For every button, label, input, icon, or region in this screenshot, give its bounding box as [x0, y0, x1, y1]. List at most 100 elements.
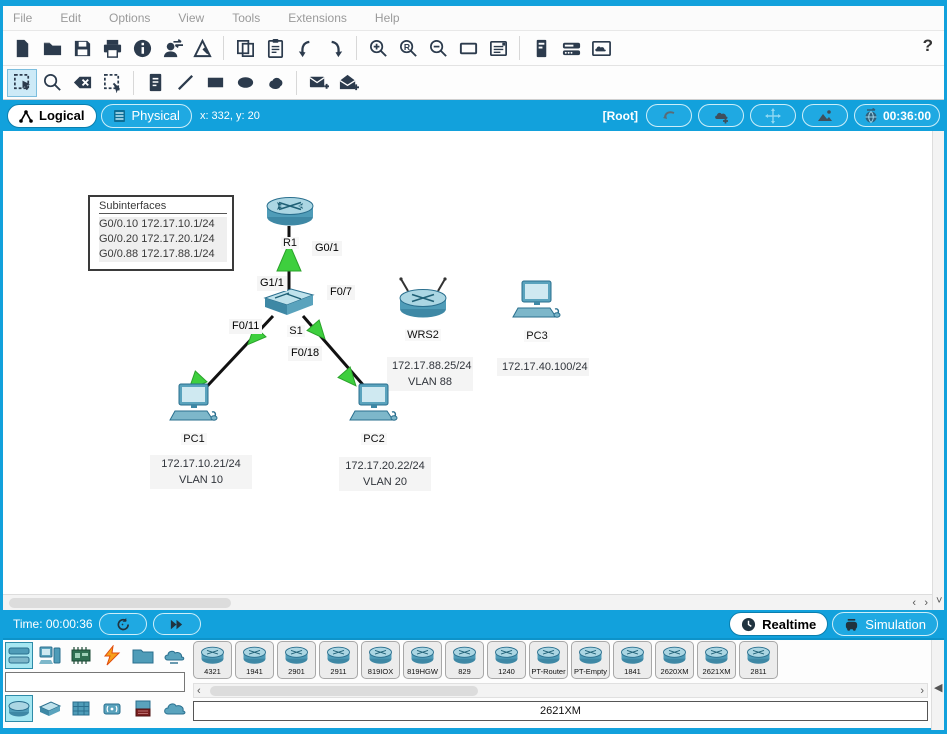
place-note-tool-icon[interactable] [140, 69, 170, 97]
realtime-toggle[interactable]: Realtime [729, 612, 828, 636]
canvas-horizontal-scrollbar[interactable]: ‹ › [3, 594, 932, 610]
menu-item[interactable]: Tools [232, 11, 260, 25]
models-scrollbar[interactable]: ‹ › [193, 683, 928, 698]
category-network-devices[interactable] [5, 642, 33, 669]
custom-devices-dialog-icon[interactable] [483, 34, 513, 62]
device-model-button[interactable]: 1941 [235, 641, 274, 679]
subcategory-wan-emulation[interactable] [160, 695, 188, 722]
undo-icon[interactable] [290, 34, 320, 62]
router-model-icon [367, 644, 394, 666]
menu-item[interactable]: Options [109, 11, 150, 25]
new-file-icon[interactable] [7, 34, 37, 62]
device-model-button[interactable]: 829 [445, 641, 484, 679]
canvas-vertical-scrollbar[interactable]: ˅ [932, 131, 944, 610]
drawing-palette-icon[interactable] [453, 34, 483, 62]
back-button[interactable] [646, 104, 692, 127]
draw-line-tool-icon[interactable] [170, 69, 200, 97]
print-icon[interactable] [97, 34, 127, 62]
subcategory-switches[interactable] [36, 695, 64, 722]
tab-logical[interactable]: Logical [7, 104, 97, 128]
menu-item[interactable]: Help [375, 11, 400, 25]
scroll-left-arrow[interactable]: ◀ [934, 680, 942, 696]
device-model-button[interactable]: PT-Empty [571, 641, 610, 679]
category-multiuser[interactable] [160, 642, 188, 669]
draw-freeform-tool-icon[interactable] [260, 69, 290, 97]
device-model-button[interactable]: 2901 [277, 641, 316, 679]
subinterfaces-note[interactable]: Subinterfaces G0/0.10 172.17.10.1/24 G0/… [88, 195, 234, 271]
scrollbar-thumb[interactable] [210, 686, 478, 696]
delete-tool-icon[interactable] [67, 69, 97, 97]
paste-icon[interactable] [260, 34, 290, 62]
category-connections[interactable] [98, 642, 126, 669]
scroll-left-arrow[interactable]: ‹ [912, 595, 916, 611]
category-miscellaneous[interactable] [129, 642, 157, 669]
scroll-right-arrow[interactable]: › [920, 683, 924, 699]
redo-icon[interactable] [320, 34, 350, 62]
copy-icon[interactable] [230, 34, 260, 62]
device-wireless-router-wrs2[interactable]: WRS2 [395, 277, 451, 343]
scroll-left-arrow[interactable]: ‹ [197, 683, 201, 699]
device-model-button[interactable]: 819IOX [361, 641, 400, 679]
resize-tool-icon[interactable] [97, 69, 127, 97]
select-tool-icon[interactable] [7, 69, 37, 97]
info-icon[interactable] [127, 34, 157, 62]
device-model-button[interactable]: 2811 [739, 641, 778, 679]
activity-wizard-icon[interactable] [187, 34, 217, 62]
note-line: G0/0.20 172.17.20.1/24 [99, 232, 227, 247]
subcategory-wireless-devices[interactable] [98, 695, 126, 722]
power-cycle-button[interactable] [99, 613, 147, 635]
subcategory-routers[interactable] [5, 695, 33, 722]
user-profile-icon[interactable] [157, 34, 187, 62]
category-components[interactable] [67, 642, 95, 669]
draw-ellipse-tool-icon[interactable] [230, 69, 260, 97]
add-complex-pdu-tool-icon[interactable] [333, 69, 363, 97]
move-object-button[interactable] [750, 104, 796, 127]
zoom-reset-icon[interactable]: R [393, 34, 423, 62]
device-model-button[interactable]: 2621XM [697, 641, 736, 679]
devices-dialog-icon[interactable] [556, 34, 586, 62]
device-router-r1[interactable]: R1 [264, 195, 316, 251]
device-switch-s1[interactable]: S1 [261, 286, 317, 339]
viewport-icon[interactable] [526, 34, 556, 62]
device-model-button[interactable]: 2911 [319, 641, 358, 679]
device-model-button[interactable]: 1841 [613, 641, 652, 679]
device-model-button[interactable]: PT-Router [529, 641, 568, 679]
scrollbar-thumb[interactable] [9, 598, 231, 608]
root-cluster-label[interactable]: [Root] [603, 109, 638, 123]
inspect-tool-icon[interactable] [37, 69, 67, 97]
simulation-toggle[interactable]: Simulation [832, 612, 938, 636]
topology-canvas[interactable]: Subinterfaces G0/0.10 172.17.10.1/24 G0/… [3, 131, 932, 594]
menu-item[interactable]: Extensions [288, 11, 347, 25]
viewport-clock[interactable]: 00:36:00 [854, 104, 940, 127]
add-simple-pdu-tool-icon[interactable] [303, 69, 333, 97]
set-background-button[interactable] [802, 104, 848, 127]
cloud-image-icon[interactable] [586, 34, 616, 62]
subcategory-security[interactable] [129, 695, 157, 722]
ip-address: 172.17.40.100/24 [502, 359, 584, 375]
draw-rectangle-tool-icon[interactable] [200, 69, 230, 97]
menu-item[interactable]: Edit [60, 11, 81, 25]
palette-side-scrollbar[interactable]: ◀ [931, 640, 944, 730]
tab-physical[interactable]: Physical [101, 104, 192, 128]
zoom-in-icon[interactable] [363, 34, 393, 62]
device-model-button[interactable]: 819HGW [403, 641, 442, 679]
scroll-right-arrow[interactable]: › [924, 595, 928, 611]
fast-forward-button[interactable] [153, 613, 201, 635]
device-pc1[interactable]: PC1 [166, 382, 222, 447]
device-model-button[interactable]: 1240 [487, 641, 526, 679]
device-pc3[interactable]: PC3 [509, 279, 565, 344]
save-icon[interactable] [67, 34, 97, 62]
scroll-down-arrow[interactable]: ˅ [936, 593, 942, 609]
palette-filter-input[interactable] [5, 672, 185, 692]
category-end-devices[interactable] [36, 642, 64, 669]
help-button[interactable]: ? [923, 36, 933, 56]
device-pc2[interactable]: PC2 [346, 382, 402, 447]
menu-item[interactable]: View [178, 11, 204, 25]
subcategory-hubs[interactable] [67, 695, 95, 722]
new-cluster-button[interactable] [698, 104, 744, 127]
menu-item[interactable]: File [13, 11, 32, 25]
open-file-icon[interactable] [37, 34, 67, 62]
device-model-button[interactable]: 4321 [193, 641, 232, 679]
zoom-out-icon[interactable] [423, 34, 453, 62]
device-model-button[interactable]: 2620XM [655, 641, 694, 679]
